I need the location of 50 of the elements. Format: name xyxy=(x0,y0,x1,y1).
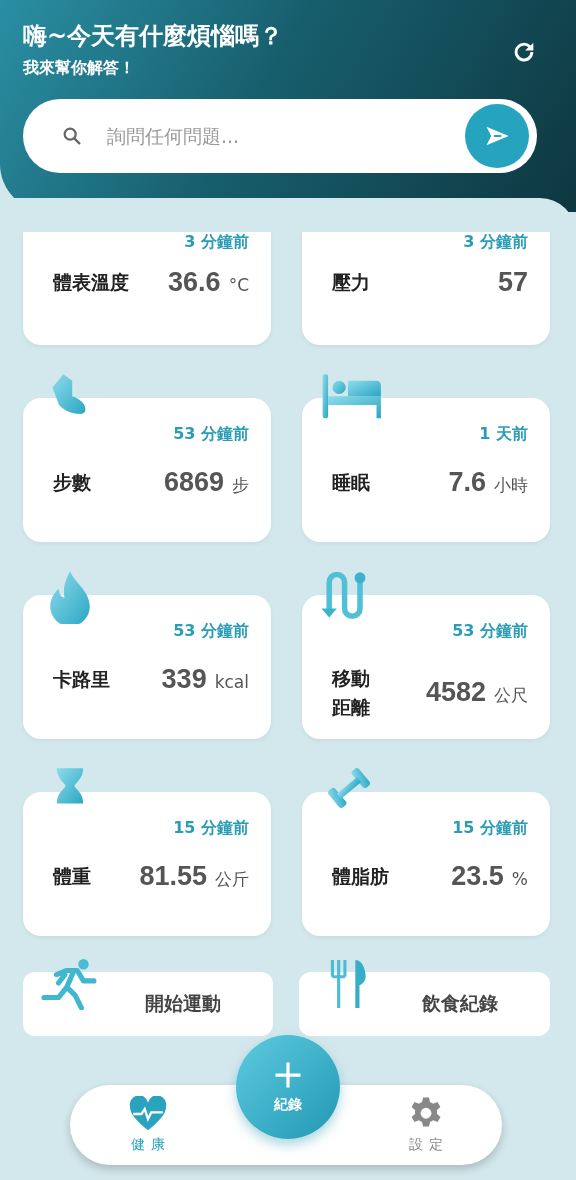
metric-unit: °C xyxy=(228,275,249,295)
send-button[interactable] xyxy=(465,104,529,168)
update-time: 15 分鐘前 xyxy=(451,818,528,839)
metric-value: 36.6 xyxy=(168,267,221,298)
update-time: 53 分鐘前 xyxy=(172,424,249,445)
metric-value: 6869 xyxy=(163,467,224,498)
update-time: 53 分鐘前 xyxy=(172,621,249,642)
metric-unit: kcal xyxy=(214,672,249,692)
metric-label: 卡路里 xyxy=(53,667,110,693)
greeting-title: 嗨~今天有什麼煩惱嗎？ xyxy=(23,21,284,52)
metric-card[interactable]: 53 分鐘前 步數 6869 步 xyxy=(23,398,271,542)
update-time: 3 分鐘前 xyxy=(183,232,249,253)
metric-value: 81.55 xyxy=(139,861,207,892)
plus-icon xyxy=(273,1060,303,1090)
metric-value: 4582 xyxy=(425,677,486,708)
metric-unit: 公尺 xyxy=(494,684,528,707)
metric-value: 23.5 xyxy=(451,861,504,892)
nav-tab[interactable]: 設定 xyxy=(402,1085,450,1165)
metric-unit: 小時 xyxy=(494,474,528,497)
metric-card[interactable]: 53 分鐘前 移動 距離 4582 公尺 xyxy=(302,595,550,739)
action-button[interactable]: 飲食紀錄 xyxy=(299,972,550,1036)
metric-label: 步數 xyxy=(53,470,91,496)
metric-card[interactable]: 53 分鐘前 卡路里 339 kcal xyxy=(23,595,271,739)
update-time: 3 分鐘前 xyxy=(462,232,528,253)
metric-label: 壓力 xyxy=(332,270,370,296)
update-time: 53 分鐘前 xyxy=(451,621,528,642)
metric-unit: 公斤 xyxy=(215,868,249,891)
action-button[interactable]: 開始運動 xyxy=(23,972,273,1036)
metric-value: 57 xyxy=(497,267,528,298)
metric-value: 7.6 xyxy=(448,467,486,498)
update-time: 15 分鐘前 xyxy=(172,818,249,839)
greeting-subtitle: 我來幫你解答！ xyxy=(23,58,136,79)
metric-card[interactable]: 1 天前 睡眠 7.6 小時 xyxy=(302,398,550,542)
metric-label: 體脂肪 xyxy=(332,864,389,890)
metric-label: 體重 xyxy=(53,864,91,890)
metric-value: 339 xyxy=(161,664,207,695)
metric-unit: % xyxy=(511,869,528,889)
metric-label: 移動 xyxy=(332,666,370,691)
search-icon xyxy=(61,125,83,147)
metric-card[interactable]: 3 分鐘前 壓力 57 xyxy=(302,232,550,345)
metric-card[interactable]: 3 分鐘前 體表溫度 36.6 °C xyxy=(23,232,271,345)
search-input[interactable]: 詢問任何問題... xyxy=(105,124,443,148)
update-time: 1 天前 xyxy=(478,424,528,445)
metric-label: 體表溫度 xyxy=(53,270,129,296)
metric-label: 距離 xyxy=(332,694,370,720)
metric-card[interactable]: 15 分鐘前 體脂肪 23.5 % xyxy=(302,792,550,936)
metric-card[interactable]: 15 分鐘前 體重 81.55 公斤 xyxy=(23,792,271,936)
metric-unit: 步 xyxy=(232,474,249,497)
metric-label: 睡眠 xyxy=(332,470,370,496)
heartbeat-icon xyxy=(128,1096,168,1132)
